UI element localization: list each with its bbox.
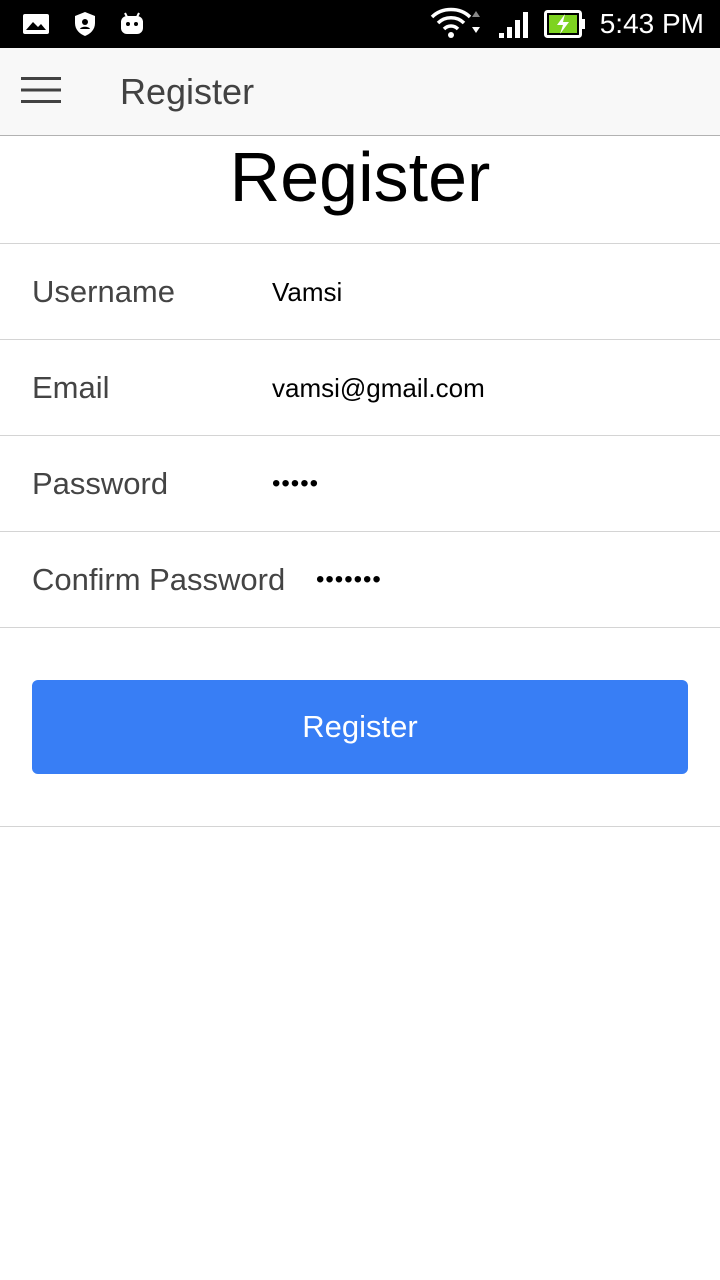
password-input[interactable]: ••••• <box>272 436 319 532</box>
password-row: Password ••••• <box>0 435 720 531</box>
username-row: Username Vamsi <box>0 243 720 339</box>
app-bar: Register <box>0 48 720 136</box>
email-label: Email <box>32 370 110 405</box>
status-time: 5:43 PM <box>599 8 704 39</box>
password-label: Password <box>32 466 169 501</box>
confirm-password-input[interactable]: ••••••• <box>316 532 382 628</box>
wifi-icon <box>430 0 486 48</box>
bottom-divider <box>0 826 720 827</box>
android-icon <box>118 0 146 48</box>
username-input[interactable]: Vamsi <box>272 244 342 340</box>
app-bar-title: Register <box>120 71 255 112</box>
battery-charging-icon <box>544 0 586 48</box>
confirm-password-label: Confirm Password <box>32 562 286 597</box>
confirm-password-row: Confirm Password ••••••• <box>0 531 720 627</box>
email-input[interactable]: vamsi@gmail.com <box>272 340 485 436</box>
gallery-icon <box>22 0 50 48</box>
username-label: Username <box>32 274 175 309</box>
email-row: Email vamsi@gmail.com <box>0 339 720 435</box>
register-button[interactable]: Register <box>32 680 688 774</box>
shield-icon <box>72 0 98 48</box>
page-title: Register <box>229 138 491 216</box>
status-bar: 5:43 PM <box>0 0 720 48</box>
hamburger-menu-icon[interactable] <box>21 76 61 109</box>
form-divider <box>0 627 720 628</box>
menu-button[interactable] <box>0 48 82 136</box>
signal-icon <box>496 0 534 48</box>
